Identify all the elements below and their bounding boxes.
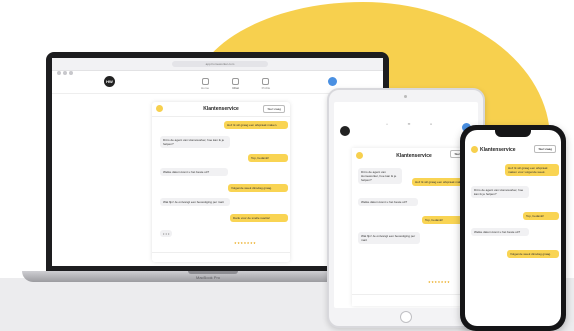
chat-panel: Klantenservice Stel vraag Dit is de agen… xyxy=(352,148,476,306)
chat-message: Hoi! Ik wil graag een afspraak maken voo… xyxy=(505,164,559,176)
ask-question-button[interactable]: Stel vraag xyxy=(534,145,556,153)
app-logo[interactable]: HW xyxy=(104,76,115,87)
nav-item-home[interactable]: Home xyxy=(192,78,218,90)
nav-item-profile[interactable]: ☺ xyxy=(420,122,442,126)
ipad-camera xyxy=(404,95,407,98)
chat-panel: Klantenservice Stel vraag Hoi! Ik wil gr… xyxy=(152,102,290,262)
chat-title: Klantenservice xyxy=(480,147,516,153)
macbook-label: MacBook Pro xyxy=(196,275,221,280)
phone-notch xyxy=(495,130,531,137)
emoji-reactions[interactable]: ★★★★★★★ xyxy=(428,280,450,284)
chat-message: Wat fijn! Je ontvangt een bevestiging pe… xyxy=(160,198,230,206)
profile-icon xyxy=(262,78,270,85)
chat-message: Wat fijn! Je ontvangt een bevestiging pe… xyxy=(358,232,420,244)
nav-item-profile[interactable]: Profile xyxy=(253,78,279,90)
chat-message: Volgende week dinsdag graag. xyxy=(507,250,559,258)
chat-message: Dit is de agent van Homeworker, hoe kan … xyxy=(160,136,230,148)
user-avatar[interactable] xyxy=(328,77,337,86)
macbook-notch xyxy=(188,271,238,274)
home-icon xyxy=(201,78,209,85)
browser-toolbar: app.homeworker.com xyxy=(52,58,383,75)
chat-message: Welke datum komt u het beste uit? xyxy=(160,168,228,176)
chat-message: Dit is de agent van Homeworker, hoe kan … xyxy=(358,168,402,184)
ask-question-button[interactable]: Stel vraag xyxy=(263,105,285,113)
home-button[interactable] xyxy=(400,311,412,323)
iphone-device: Klantenservice Stel vraag Hoi! Ik wil gr… xyxy=(460,125,566,331)
chat-icon xyxy=(231,78,239,85)
chat-logo-icon xyxy=(471,146,478,153)
message-input[interactable] xyxy=(152,252,290,260)
nav-item-chat[interactable]: Chat xyxy=(222,78,248,90)
message-input[interactable] xyxy=(352,294,476,302)
address-bar[interactable]: app.homeworker.com xyxy=(172,61,268,67)
typing-indicator: • • • xyxy=(160,230,173,237)
chat-message: Dit is de agent van Homeworker, hoe kan … xyxy=(471,186,529,198)
nav-tabs: ⌂ ✉ ☺ xyxy=(376,122,442,126)
emoji-reactions[interactable]: ★★★★★★★ xyxy=(234,241,256,245)
nav-tabs: Home Chat Profile xyxy=(192,76,279,94)
chat-message: Top, bedankt! xyxy=(523,212,559,220)
chat-message: Welke datum komt u het beste uit? xyxy=(471,228,529,236)
chat-message: Volgende week dinsdag graag. xyxy=(228,184,288,192)
chat-message: Top, bedankt! xyxy=(248,154,288,162)
ipad-screen: ⌂✉☺ Klantenservice Stel vraag Dit is de … xyxy=(334,102,478,308)
chat-header: Klantenservice Stel vraag xyxy=(152,102,290,117)
app-logo[interactable] xyxy=(340,126,350,136)
iphone-screen: Klantenservice Stel vraag Hoi! Ik wil gr… xyxy=(465,130,561,326)
chat-message: Welke datum komt u het beste uit? xyxy=(358,198,418,206)
nav-item-chat[interactable]: ✉ xyxy=(398,122,420,126)
chat-message: Dank voor de snelle reactie! xyxy=(230,214,288,222)
nav-item-home[interactable]: ⌂ xyxy=(376,122,398,126)
chat-message: Hoi! Ik wil graag een afspraak maken. xyxy=(224,121,288,129)
